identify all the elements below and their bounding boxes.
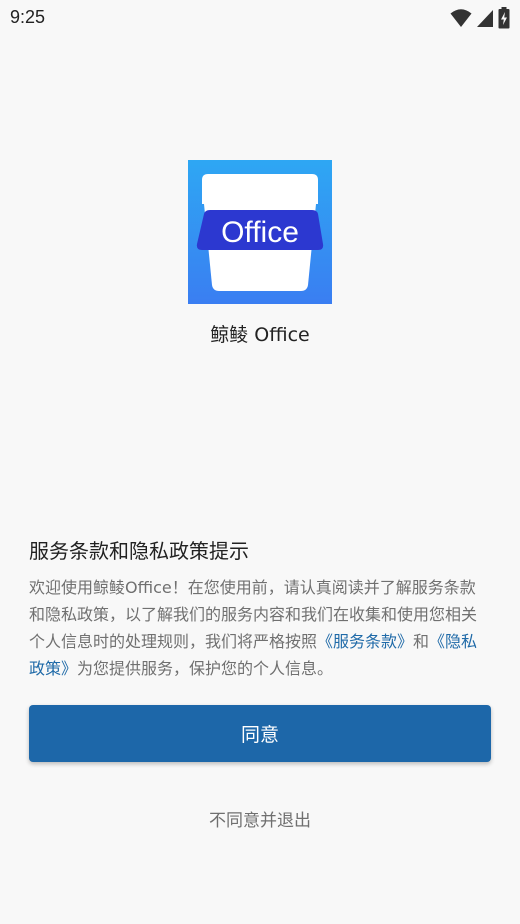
- dialog-body: 欢迎使用鲸鲮Office！在您使用前，请认真阅读并了解服务条款和隐私政策，以了解…: [29, 574, 491, 682]
- wifi-icon: [450, 8, 472, 32]
- dialog-body-tail: 为您提供服务，保护您的个人信息。: [77, 659, 334, 678]
- signal-icon: [476, 8, 494, 32]
- status-time: 9:25: [10, 7, 46, 27]
- app-name: 鲸鲮 Office: [210, 324, 310, 346]
- dialog-title: 服务条款和隐私政策提示: [29, 539, 249, 563]
- disagree-and-exit-button[interactable]: 不同意并退出: [0, 806, 520, 831]
- battery-charging-icon: [498, 7, 510, 33]
- terms-of-service-link[interactable]: 《服务条款》: [317, 632, 413, 651]
- logo-text: Office: [221, 216, 299, 249]
- status-bar: 9:25: [0, 0, 520, 36]
- logo-cup-top: [202, 174, 318, 204]
- status-icons: [450, 7, 510, 33]
- dialog-body-and: 和: [413, 632, 430, 651]
- agree-button[interactable]: 同意: [29, 705, 491, 762]
- app-logo: Office: [188, 160, 332, 304]
